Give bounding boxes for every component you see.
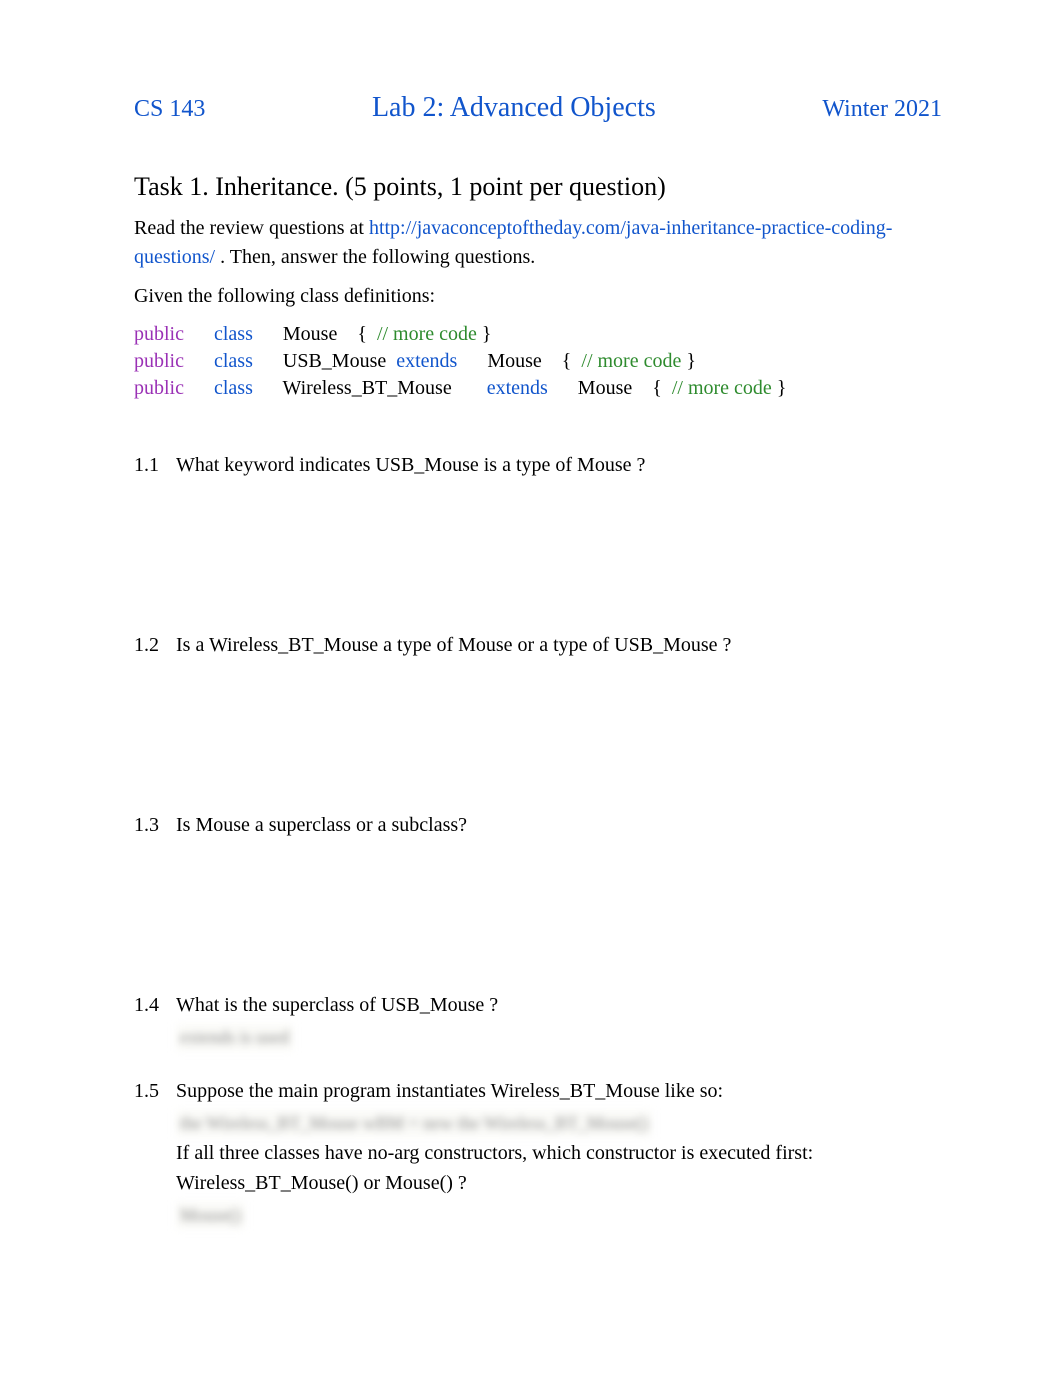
blurred-answer: extends is used [176,1024,293,1051]
keyword-class: class [214,377,253,399]
question-1-2: 1.2 Is a Wireless_BT_Mouse a type of Mou… [134,630,942,660]
lab-title: Lab 2: Advanced Objects [372,92,656,124]
blurred-code-line: the Wireless_BT_Mouse wBM = new the Wire… [176,1110,652,1137]
question-text: Is a Wireless_BT_Mouse a type of Mouse o… [176,630,942,660]
spacer [134,1062,942,1076]
intro-text-post: . Then, answer the following questions. [215,246,535,268]
course-code: CS 143 [134,96,205,123]
question-1-4: 1.4 What is the superclass of USB_Mouse … [134,990,942,1052]
given-line: Given the following class definitions: [134,282,942,311]
code-comment: // more code [672,377,772,399]
keyword-public: public [134,350,184,372]
question-number: 1.3 [134,810,176,840]
code-text: Mouse { [283,323,372,345]
question-1-5: 1.5 Suppose the main program instantiate… [134,1076,942,1230]
question-body: Suppose the main program instantiates Wi… [176,1076,942,1230]
question-number: 1.5 [134,1076,176,1230]
keyword-public: public [134,377,184,399]
code-text: Wireless_BT_Mouse [283,377,487,399]
question-text-line: Suppose the main program instantiates Wi… [176,1076,942,1106]
document-page: CS 143 Lab 2: Advanced Objects Winter 20… [0,0,1062,1377]
question-1-1: 1.1 What keyword indicates USB_Mouse is … [134,450,942,480]
task-heading: Task 1. Inheritance. (5 points, 1 point … [134,172,942,202]
question-text: What keyword indicates USB_Mouse is a ty… [176,450,942,480]
code-comment: // more code [377,323,477,345]
question-text-line: Wireless_BT_Mouse() or Mouse() ? [176,1168,942,1198]
keyword-class: class [214,350,253,372]
code-text: } [681,350,696,372]
intro-paragraph: Read the review questions at http://java… [134,214,942,272]
page-header: CS 143 Lab 2: Advanced Objects Winter 20… [134,92,942,124]
keyword-extends: extends [396,350,457,372]
question-number: 1.2 [134,630,176,660]
blurred-answer: Mouse() [176,1202,245,1229]
code-text: Mouse { [457,350,576,372]
question-text: Is Mouse a superclass or a subclass? [176,810,942,840]
code-text: USB_Mouse [283,350,391,372]
keyword-extends: extends [487,377,548,399]
code-text: } [477,323,492,345]
question-text: What is the superclass of USB_Mouse ? [176,990,942,1020]
term: Winter 2021 [822,96,942,123]
question-number: 1.1 [134,450,176,480]
code-comment: // more code [581,350,681,372]
keyword-public: public [134,323,184,345]
intro-text-pre: Read the review questions at [134,217,369,239]
code-text: Mouse { [548,377,667,399]
question-number: 1.4 [134,990,176,1052]
question-1-3: 1.3 Is Mouse a superclass or a subclass? [134,810,942,840]
question-body: What is the superclass of USB_Mouse ? ex… [176,990,942,1052]
question-text-line: If all three classes have no-arg constru… [176,1138,942,1168]
code-definitions: public class Mouse { // more code } publ… [134,321,942,402]
keyword-class: class [214,323,253,345]
code-text: } [772,377,787,399]
